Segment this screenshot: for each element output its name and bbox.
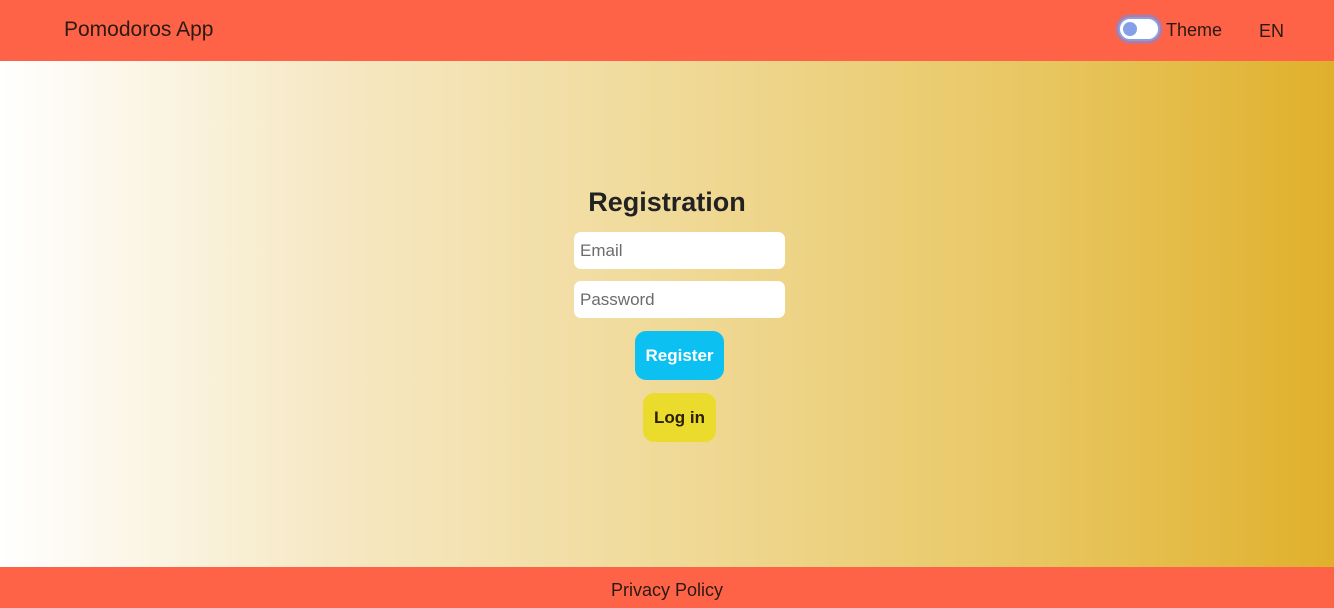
- login-button[interactable]: Log in: [643, 393, 716, 442]
- language-selector[interactable]: EN: [1259, 20, 1284, 42]
- email-field[interactable]: [574, 232, 785, 269]
- theme-label: Theme: [1166, 20, 1223, 40]
- theme-toggle-switch[interactable]: [1118, 17, 1160, 41]
- app-brand-link[interactable]: Pomodoros App: [64, 17, 213, 43]
- password-field[interactable]: [574, 281, 785, 318]
- registration-section: Registration Register Log in: [0, 61, 1334, 567]
- page-footer: Privacy Policy: [0, 567, 1334, 608]
- app-root: Pomodoros App Theme EN Registration Regi…: [0, 0, 1334, 608]
- privacy-policy-link[interactable]: Privacy Policy: [0, 579, 1334, 601]
- register-button[interactable]: Register: [635, 331, 724, 380]
- toggle-knob: [1123, 22, 1137, 36]
- page-title: Registration: [588, 187, 746, 217]
- top-navbar: Pomodoros App Theme EN: [0, 0, 1334, 61]
